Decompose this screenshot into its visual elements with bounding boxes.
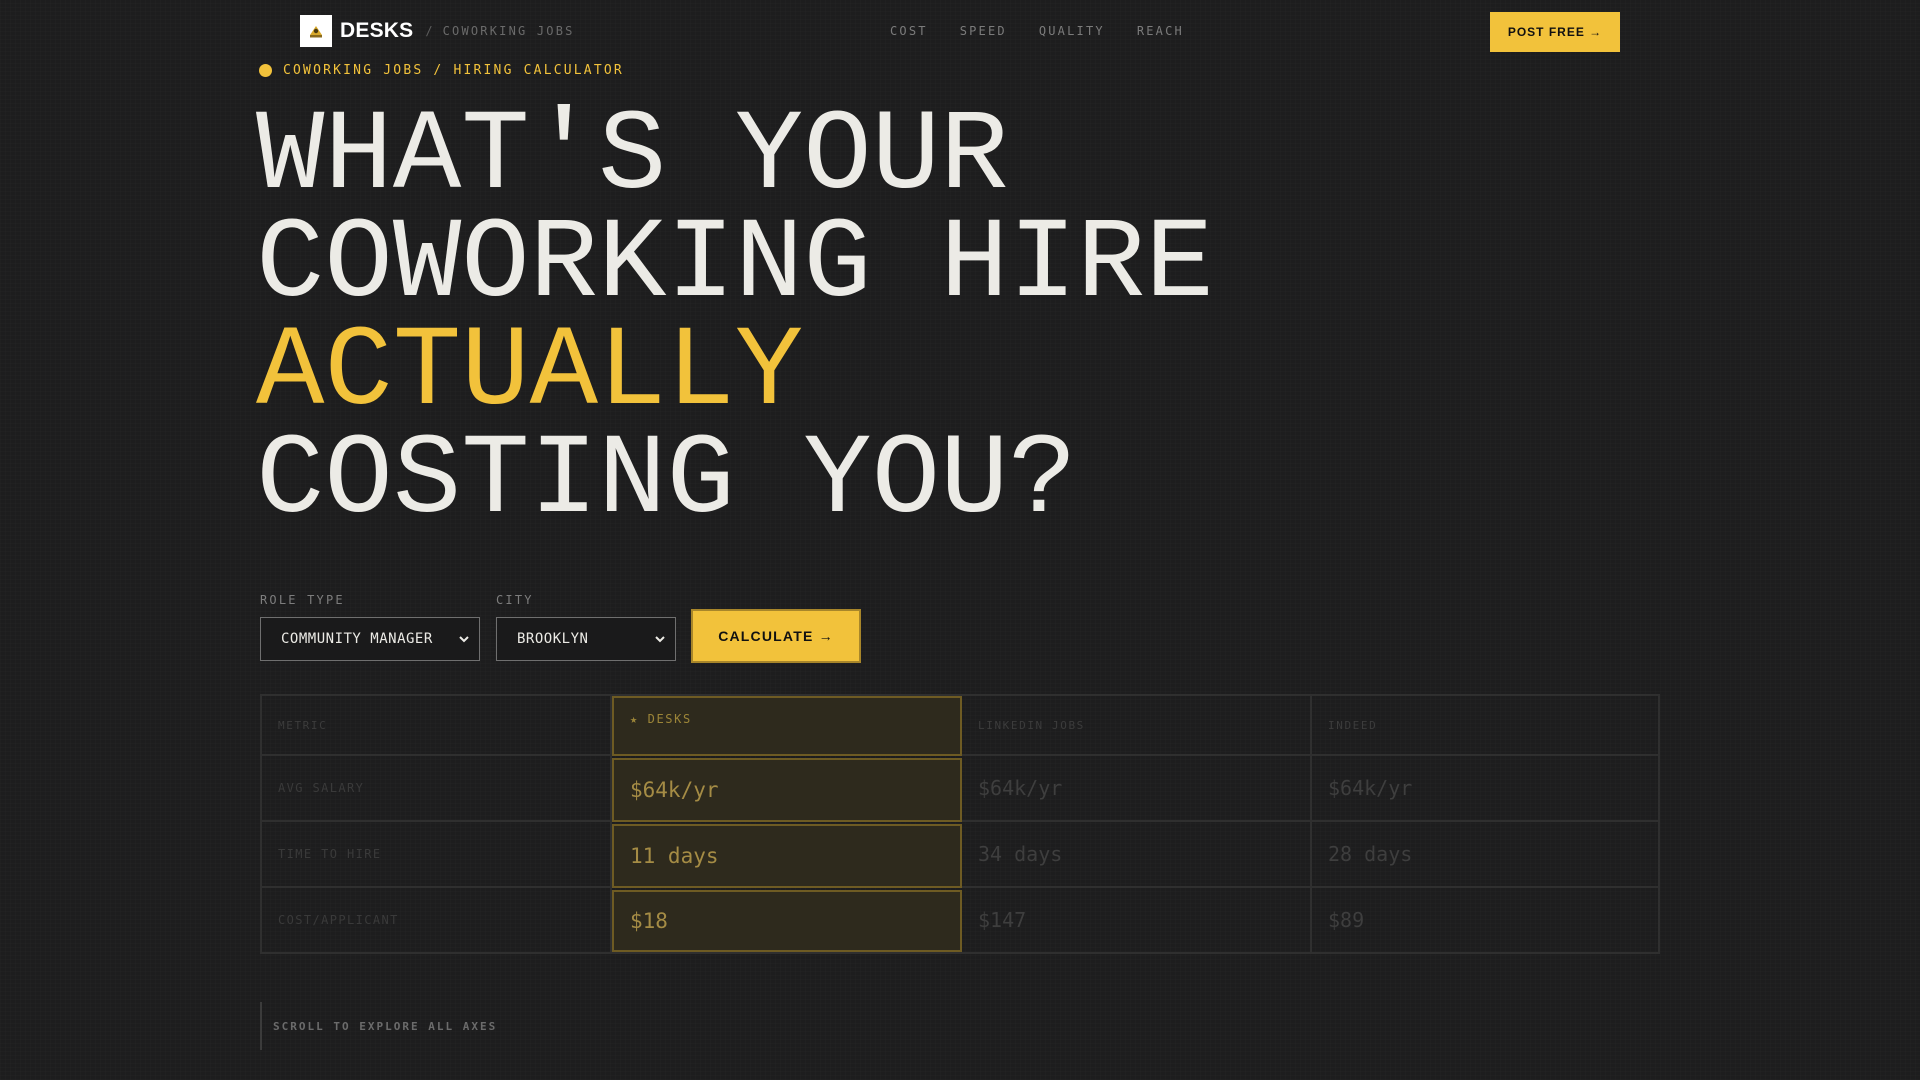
headline-accent: ACTUALLY bbox=[256, 309, 804, 438]
nav-link-reach[interactable]: REACH bbox=[1137, 24, 1184, 38]
table-header-desks: ★ DESKS bbox=[612, 696, 962, 756]
logo-link[interactable]: DESKS / COWORKING JOBS bbox=[300, 15, 575, 47]
table-row-metric: COST/APPLICANT bbox=[262, 888, 612, 952]
nav-link-cost[interactable]: COST bbox=[890, 24, 928, 38]
breadcrumb-section: COWORKING JOBS bbox=[442, 24, 575, 38]
table-row-metric: AVG SALARY bbox=[262, 756, 612, 822]
table-cell-desks: $18 bbox=[612, 890, 962, 952]
table-cell-linkedin: 34 days bbox=[962, 822, 1312, 888]
table-cell-desks: $64k/yr bbox=[612, 758, 962, 822]
logo-text: DESKS bbox=[340, 19, 414, 42]
eyebrow-text: COWORKING JOBS / HIRING CALCULATOR bbox=[283, 63, 624, 78]
city-value: BROOKLYN bbox=[517, 631, 589, 647]
table-cell-linkedin: $64k/yr bbox=[962, 756, 1312, 822]
table-cell-linkedin: $147 bbox=[962, 888, 1312, 952]
eyebrow: COWORKING JOBS / HIRING CALCULATOR bbox=[259, 63, 624, 78]
post-free-button[interactable]: POST FREE → bbox=[1490, 12, 1620, 52]
table-header-metric: METRIC bbox=[262, 696, 612, 756]
role-type-value: COMMUNITY MANAGER bbox=[281, 631, 433, 647]
scroll-hint: SCROLL TO EXPLORE ALL AXES bbox=[260, 1002, 497, 1050]
page-title: WHAT'S YOUR COWORKING HIRE ACTUALLY COST… bbox=[256, 93, 1214, 546]
breadcrumb-separator: / bbox=[425, 24, 435, 38]
table-cell-indeed: 28 days bbox=[1312, 822, 1658, 888]
table-cell-desks: 11 days bbox=[612, 824, 962, 888]
nav-link-speed[interactable]: SPEED bbox=[960, 24, 1007, 38]
calculate-button[interactable]: CALCULATE → bbox=[691, 609, 861, 663]
table-cell-indeed: $89 bbox=[1328, 908, 1365, 932]
desk-chair-icon bbox=[300, 15, 332, 47]
table-row-metric: TIME TO HIRE bbox=[262, 822, 612, 888]
city-label: CITY bbox=[496, 593, 534, 607]
top-nav: DESKS / COWORKING JOBS COST SPEED QUALIT… bbox=[0, 0, 1920, 64]
city-select[interactable]: BROOKLYN bbox=[496, 617, 676, 661]
headline-line-4: COSTING YOU? bbox=[256, 417, 1077, 546]
comparison-table: METRIC ★ DESKS LINKEDIN JOBS INDEED AVG … bbox=[260, 694, 1660, 954]
chevron-down-icon bbox=[459, 636, 469, 643]
headline-line-1: WHAT'S YOUR bbox=[256, 93, 1009, 222]
role-type-label: ROLE TYPE bbox=[260, 593, 345, 607]
table-header-linkedin: LINKEDIN JOBS bbox=[962, 696, 1312, 756]
nav-link-quality[interactable]: QUALITY bbox=[1039, 24, 1105, 38]
table-header-indeed: INDEED bbox=[1312, 696, 1658, 756]
role-type-select[interactable]: COMMUNITY MANAGER bbox=[260, 617, 480, 661]
nav-links: COST SPEED QUALITY REACH bbox=[890, 24, 1216, 38]
table-cell-indeed: $64k/yr bbox=[1312, 756, 1658, 822]
dot-icon bbox=[259, 64, 272, 77]
headline-line-2: COWORKING HIRE bbox=[256, 201, 1214, 330]
chevron-down-icon bbox=[655, 636, 665, 643]
